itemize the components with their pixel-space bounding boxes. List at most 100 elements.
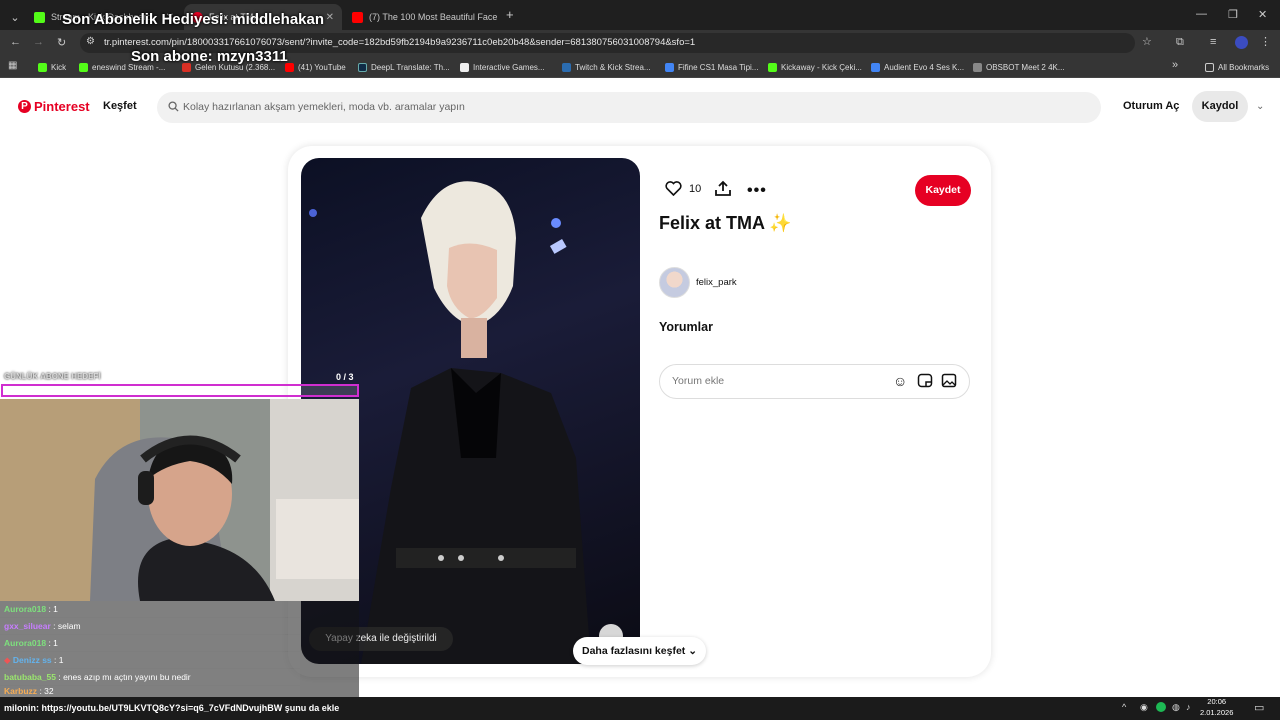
share-icon[interactable] [714,180,732,197]
bookmark-icon [973,62,982,72]
bookmark-item[interactable]: OBSBOT Meet 2 4K... [973,60,1065,74]
chat-message: Aurora018 : 1 [0,635,300,651]
chat-overlay: Aurora018 : 1 gxx_siluear : selam Aurora… [0,601,359,697]
chat-text: : 1 [54,655,64,665]
all-bookmarks-label: All Bookmarks [1218,62,1270,72]
bookmark-item[interactable]: Interactive Games... [460,60,545,74]
new-tab-button[interactable]: + [506,7,514,22]
chat-username: batubaba_55 [4,672,56,682]
chevron-down-icon[interactable]: ⌄ [1256,101,1264,112]
bookmark-star-icon[interactable]: ☆ [1142,35,1152,48]
bookmark-icon [79,62,88,72]
bookmark-label: (41) YouTube [298,62,346,72]
minimize-icon[interactable]: — [1196,8,1207,20]
explore-link[interactable]: Keşfet [103,100,137,112]
kick-icon [34,11,45,23]
heart-icon [665,181,682,196]
tab-label: (7) The 100 Most Beautiful Face [369,12,498,22]
close-icon[interactable]: ✕ [326,12,334,23]
bookmark-item[interactable]: (41) YouTube [285,60,346,74]
sticker-icon[interactable] [917,373,933,388]
bookmark-icon [768,62,777,72]
comments-heading: Yorumlar [659,320,713,334]
chat-badge-icon: ◆ [4,655,11,665]
clock-date: 2.01.2026 [1200,708,1234,717]
all-bookmarks-button[interactable]: All Bookmarks [1205,60,1269,74]
chat-message: Karbuzz : 32 [0,686,300,697]
bookmark-item[interactable]: Kick [38,60,66,74]
bookmark-label: Fifine CS1 Masa Tipi... [678,62,759,72]
system-clock[interactable]: 20:06 2.01.2026 [1200,696,1233,718]
bookmark-label: Twitch & Kick Strea... [575,62,651,72]
pinterest-logo[interactable]: P Pinterest [18,99,90,114]
more-bookmarks-button[interactable]: » [1172,59,1178,71]
chat-username: Denizz ss [12,655,52,665]
tab-search-button[interactable]: ⌄ [4,4,26,30]
pinterest-icon: P [18,100,31,113]
restore-icon[interactable]: ❐ [1228,8,1238,21]
clock-time: 20:06 [1207,697,1227,706]
chat-text: : 1 [48,638,58,648]
notifications-icon[interactable]: ▭ [1254,701,1264,714]
explore-more-label: Daha fazlasını keşfet [581,645,686,657]
bookmark-item[interactable]: Fifine CS1 Masa Tipi... [665,60,758,74]
like-count: 10 [689,182,702,195]
more-options-icon[interactable]: ••• [747,182,767,200]
bookmark-label: Kick [51,62,67,72]
search-icon [168,101,179,112]
chat-username: gxx_siluear [4,621,51,631]
emoji-icon[interactable]: ☺ [893,373,907,389]
sub-goal-count: 0 / 3 [336,372,354,382]
webcam-feed [0,399,359,601]
search-input[interactable]: Kolay hazırlanan akşam yemekleri, moda v… [157,92,1101,123]
chevron-down-icon: ⌄ [688,645,698,657]
forward-icon[interactable]: → [33,36,44,48]
bookmark-icon [562,62,571,72]
back-icon[interactable]: ← [10,36,21,48]
signup-button[interactable]: Kaydol [1192,91,1248,122]
chat-text: : 32 [39,686,54,696]
volume-icon[interactable]: ♪ [1186,702,1191,712]
chat-message: batubaba_55 : enes azıp mı açtın yayını … [0,669,300,685]
image-icon[interactable] [941,373,957,388]
menu-icon[interactable]: ⋮ [1260,35,1271,48]
discord-icon[interactable]: ◉ [1140,702,1148,713]
bookmark-item[interactable]: Audient Evo 4 Ses K... [871,60,964,74]
chat-username: Karbuzz [4,686,38,696]
profile-avatar[interactable] [1235,36,1248,49]
bookmark-icon [38,62,47,72]
chat-username: Aurora018 [4,604,47,614]
login-button[interactable]: Oturum Aç [1123,100,1179,112]
save-button[interactable]: Kaydet [915,175,971,206]
bookmark-item[interactable]: DeepL Translate: Th... [358,60,450,74]
tray-chevron-icon[interactable]: ^ [1122,702,1126,712]
wifi-icon[interactable]: ◍ [1172,702,1180,713]
author-avatar[interactable] [659,267,690,298]
bookmark-item[interactable]: Kickaway - Kick Çeki... [768,60,862,74]
bookmark-icon [665,62,674,72]
like-button[interactable]: 10 [665,181,701,196]
media-icon[interactable]: ≡ [1210,36,1216,48]
chat-message: ◆ Denizz ss : 1 [0,652,300,668]
reload-icon[interactable]: ↻ [57,36,66,49]
close-window-icon[interactable]: ✕ [1258,8,1267,21]
site-info-icon[interactable]: ⚙ [86,36,95,47]
chat-username: Aurora018 [4,638,47,648]
chat-text: : selam [53,621,81,631]
spotify-icon[interactable] [1156,702,1166,712]
webcam-illustration [0,399,359,601]
chat-ticker: milonin: https://youtu.be/UT9LKVTQ8cY?si… [4,703,340,713]
bookmark-item[interactable]: Twitch & Kick Strea... [562,60,651,74]
bookmark-label: DeepL Translate: Th... [371,62,450,72]
tab-youtube[interactable]: (7) The 100 Most Beautiful Face ✕ [344,4,500,30]
chat-text: : 1 [48,604,58,614]
chat-message: gxx_siluear : selam [0,618,300,634]
apps-icon[interactable]: ▦ [8,60,17,71]
bookmark-label: Audient Evo 4 Ses K... [884,62,965,72]
explore-more-button[interactable]: Daha fazlasını keşfet ⌄ [573,637,706,665]
last-gift-text: Son Abonelik Hediyesi: middlehakan [62,11,325,28]
author-name[interactable]: felix_park [696,277,737,288]
extensions-icon[interactable]: ⧉ [1176,36,1184,49]
sub-goal-progress-bar [1,384,359,397]
bookmark-icon [460,62,469,72]
